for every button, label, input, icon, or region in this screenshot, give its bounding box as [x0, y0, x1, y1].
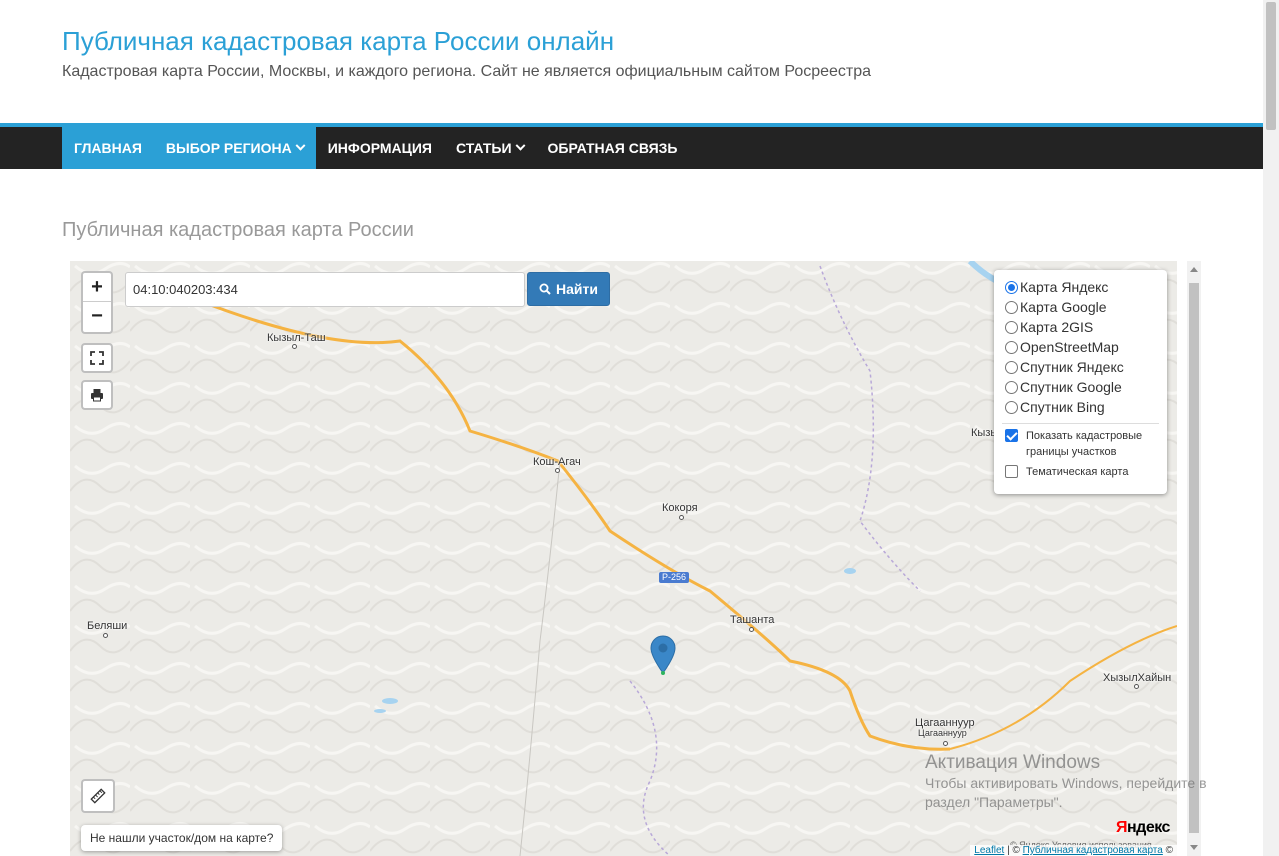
page-scrollbar[interactable] [1263, 0, 1279, 856]
ruler-icon [90, 788, 106, 804]
place-dot [1134, 684, 1139, 689]
layer-google-satellite[interactable]: Спутник Google [1005, 377, 1159, 397]
fullscreen-button[interactable] [81, 343, 113, 373]
zoom-control: + − [81, 271, 113, 334]
yandex-logo[interactable]: Яндекс [1116, 819, 1170, 837]
overlay-cadastral-borders[interactable]: Показать кадастровые границы участков [1005, 428, 1159, 460]
print-button[interactable] [81, 380, 113, 410]
print-icon [91, 389, 103, 402]
nav-feedback[interactable]: Обратная связь [536, 127, 690, 169]
zoom-in-button[interactable]: + [83, 273, 111, 302]
chevron-down-icon [515, 140, 525, 151]
windows-activation-watermark: Активация Windows Чтобы активировать Win… [925, 752, 1207, 810]
layer-2gis-map[interactable]: Карта 2GIS [1005, 317, 1159, 337]
map-attribution: Leaflet | © Публичная кадастровая карта … [970, 845, 1177, 856]
overlay-thematic-map[interactable]: Тематическая карта [1005, 464, 1159, 480]
checkbox[interactable] [1005, 465, 1018, 478]
main-navbar: Главная Выбор региона Информация Статьи … [0, 123, 1263, 169]
place-dot [943, 741, 948, 746]
nav-info[interactable]: Информация [316, 127, 444, 169]
radio-button[interactable] [1005, 280, 1018, 294]
place-dot [555, 468, 560, 473]
location-pin-icon[interactable] [650, 635, 676, 675]
page-heading: Публичная кадастровая карта России [62, 219, 414, 241]
radio-button[interactable] [1005, 400, 1018, 414]
search-icon [539, 283, 551, 295]
place-label: Кызыл-Таш [267, 332, 326, 344]
fullscreen-icon [90, 351, 104, 365]
place-dot [679, 515, 684, 520]
site-header: Публичная кадастровая карта России онлай… [0, 0, 1263, 123]
place-label: Кош-Агач [533, 456, 581, 468]
layer-yandex-satellite[interactable]: Спутник Яндекс [1005, 357, 1159, 377]
checkbox[interactable] [1005, 429, 1018, 442]
zoom-out-button[interactable]: − [83, 302, 111, 331]
nav-region-select[interactable]: Выбор региона [153, 127, 316, 169]
nav-articles[interactable]: Статьи [444, 127, 536, 169]
layer-google-map[interactable]: Карта Google [1005, 297, 1159, 317]
site-link[interactable]: Публичная кадастровая карта [1023, 845, 1163, 856]
leaflet-link[interactable]: Leaflet [974, 845, 1004, 856]
not-found-button[interactable]: Не нашли участок/дом на карте? [81, 825, 283, 851]
layers-divider [1002, 423, 1159, 424]
place-label: Кокоря [662, 502, 698, 514]
place-label: ХызылХайын [1103, 672, 1172, 684]
chevron-down-icon [295, 140, 306, 151]
radio-button[interactable] [1005, 340, 1018, 354]
site-title[interactable]: Публичная кадастровая карта России онлай… [62, 26, 614, 57]
place-label: Цагааннуур [918, 728, 967, 738]
layer-yandex-map[interactable]: Карта Яндекс [1005, 277, 1159, 297]
layer-bing-satellite[interactable]: Спутник Bing [1005, 397, 1159, 417]
search-button[interactable]: Найти [527, 272, 610, 306]
place-dot [103, 633, 108, 638]
place-label: Беляши [87, 620, 128, 632]
radio-button[interactable] [1005, 300, 1018, 314]
measure-button[interactable] [81, 779, 115, 813]
place-dot [292, 344, 297, 349]
radio-button[interactable] [1005, 380, 1018, 394]
road-badge: Р-256 [659, 572, 690, 583]
cadastral-search-input[interactable] [125, 272, 525, 307]
scroll-down-arrow-icon[interactable] [1190, 845, 1198, 850]
scroll-thumb[interactable] [1189, 283, 1199, 833]
search-button-label: Найти [556, 281, 598, 297]
radio-button[interactable] [1005, 360, 1018, 374]
scroll-up-arrow-icon[interactable] [1190, 267, 1198, 272]
site-tagline: Кадастровая карта России, Москвы, и кажд… [62, 63, 872, 80]
nav-home[interactable]: Главная [62, 127, 154, 169]
scroll-thumb[interactable] [1266, 2, 1276, 130]
place-label: Ташанта [730, 614, 775, 626]
layer-openstreetmap[interactable]: OpenStreetMap [1005, 337, 1159, 357]
radio-button[interactable] [1005, 320, 1018, 334]
place-dot [749, 627, 754, 632]
layers-control: Карта Яндекс Карта Google Карта 2GIS Ope… [994, 270, 1167, 494]
